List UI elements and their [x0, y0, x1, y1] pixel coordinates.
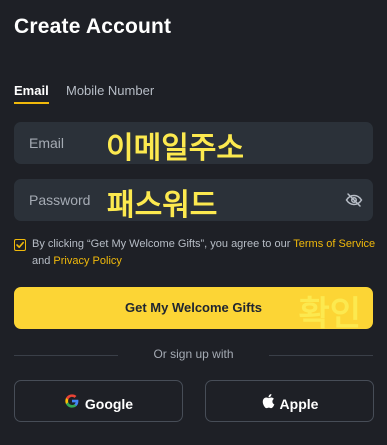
privacy-policy-link[interactable]: Privacy Policy — [53, 255, 121, 267]
page-title: Create Account — [14, 15, 172, 38]
password-input[interactable] — [14, 179, 373, 221]
email-field: 이메일주소 — [14, 122, 373, 166]
tab-mobile-number[interactable]: Mobile Number — [66, 83, 154, 98]
or-divider: Or sign up with — [14, 347, 373, 361]
email-input[interactable] — [14, 122, 373, 164]
terms-checkbox[interactable] — [14, 239, 26, 251]
consent-text-before: By clicking “Get My Welcome Gifts”, you … — [32, 238, 294, 250]
password-field: 패스워드 — [14, 179, 373, 223]
tab-email[interactable]: Email — [14, 83, 49, 104]
terms-of-service-link[interactable]: Terms of Service — [293, 238, 375, 250]
consent-and-text: and — [32, 255, 54, 267]
divider-label: Or sign up with — [153, 347, 234, 361]
hide-password-icon[interactable] — [345, 191, 363, 209]
google-icon — [64, 393, 80, 414]
apple-signup-button[interactable]: Apple — [205, 380, 374, 422]
apple-icon — [261, 393, 275, 414]
google-button-label: Google — [84, 395, 134, 412]
google-signup-button[interactable]: Google — [14, 380, 183, 422]
submit-button-label: Get My Welcome Gifts — [124, 300, 262, 315]
apple-button-label: Apple — [279, 395, 319, 412]
get-welcome-gifts-button[interactable]: Get My Welcome Gifts 확인 — [14, 287, 373, 334]
terms-consent-text: By clicking “Get My Welcome Gifts”, you … — [32, 236, 377, 270]
